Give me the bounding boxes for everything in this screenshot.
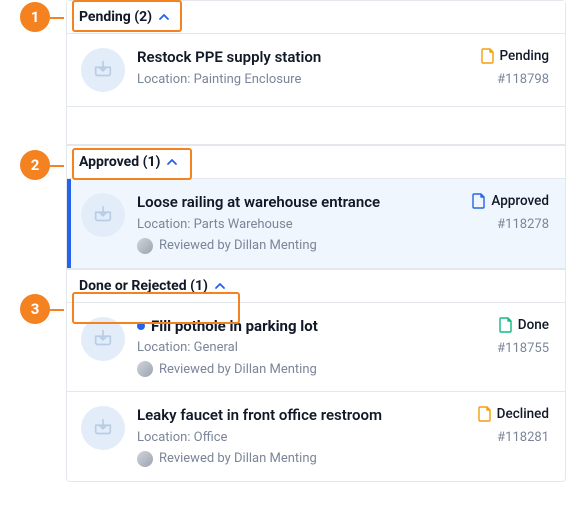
item-meta: Pending #118798 <box>481 48 550 87</box>
item-location: Location: Painting Enclosure <box>137 72 469 87</box>
annotation-callout-2: 2 <box>20 150 50 180</box>
item-location: Location: General <box>137 340 485 355</box>
request-list-panel: Pending (2) Restock PPE supply station L… <box>66 0 566 482</box>
status-badge: Approved <box>472 193 549 209</box>
item-thumbnail <box>81 317 125 361</box>
item-meta: Done #118755 <box>497 317 549 356</box>
item-thumbnail <box>81 193 125 237</box>
section-header-pending[interactable]: Pending (2) <box>67 1 565 34</box>
item-thumbnail <box>81 48 125 92</box>
file-icon <box>472 193 486 209</box>
item-location: Location: Parts Warehouse <box>137 217 460 232</box>
section-header-approved[interactable]: Approved (1) <box>67 145 565 179</box>
list-item[interactable]: Restock PPE supply station Location: Pai… <box>67 34 565 107</box>
item-title: Fill pothole in parking lot <box>151 317 318 337</box>
file-icon <box>478 406 492 422</box>
item-id: #118755 <box>497 341 549 356</box>
chevron-up-icon <box>214 280 226 292</box>
unread-dot-icon <box>137 322 145 330</box>
item-location: Location: Office <box>137 430 466 445</box>
section-title: Approved (1) <box>79 154 160 170</box>
reviewed-by: Reviewed by Dillan Menting <box>137 238 460 254</box>
avatar-icon <box>137 451 153 467</box>
item-title: Leaky faucet in front office restroom <box>137 406 382 426</box>
item-meta: Declined #118281 <box>478 406 549 445</box>
file-icon <box>481 48 495 64</box>
status-badge: Pending <box>481 48 550 64</box>
list-item[interactable]: Loose railing at warehouse entrance Loca… <box>67 179 565 269</box>
avatar-icon <box>137 238 153 254</box>
item-title: Restock PPE supply station <box>137 48 321 68</box>
item-body: Leaky faucet in front office restroom Lo… <box>137 406 466 467</box>
annotation-callout-3: 3 <box>20 294 50 324</box>
item-thumbnail <box>81 406 125 450</box>
chevron-up-icon <box>166 156 178 168</box>
item-body: Fill pothole in parking lot Location: Ge… <box>137 317 485 378</box>
item-title: Loose railing at warehouse entrance <box>137 193 380 213</box>
reviewed-by: Reviewed by Dillan Menting <box>137 361 485 377</box>
status-badge: Declined <box>478 406 549 422</box>
avatar-icon <box>137 361 153 377</box>
item-body: Loose railing at warehouse entrance Loca… <box>137 193 460 254</box>
list-item-collapsed[interactable] <box>67 107 565 145</box>
list-item[interactable]: Leaky faucet in front office restroom Lo… <box>67 392 565 481</box>
section-title: Pending (2) <box>79 9 152 25</box>
item-id: #118281 <box>478 430 549 445</box>
item-body: Restock PPE supply station Location: Pai… <box>137 48 469 87</box>
file-icon <box>499 317 513 333</box>
status-badge: Done <box>499 317 549 333</box>
annotation-callout-1: 1 <box>20 2 50 32</box>
list-item[interactable]: Fill pothole in parking lot Location: Ge… <box>67 303 565 393</box>
item-id: #118798 <box>481 72 550 87</box>
section-title: Done or Rejected (1) <box>79 278 208 294</box>
chevron-up-icon <box>158 11 170 23</box>
section-header-done-rejected[interactable]: Done or Rejected (1) <box>67 269 565 303</box>
reviewed-by: Reviewed by Dillan Menting <box>137 451 466 467</box>
item-meta: Approved #118278 <box>472 193 549 232</box>
item-id: #118278 <box>472 217 549 232</box>
